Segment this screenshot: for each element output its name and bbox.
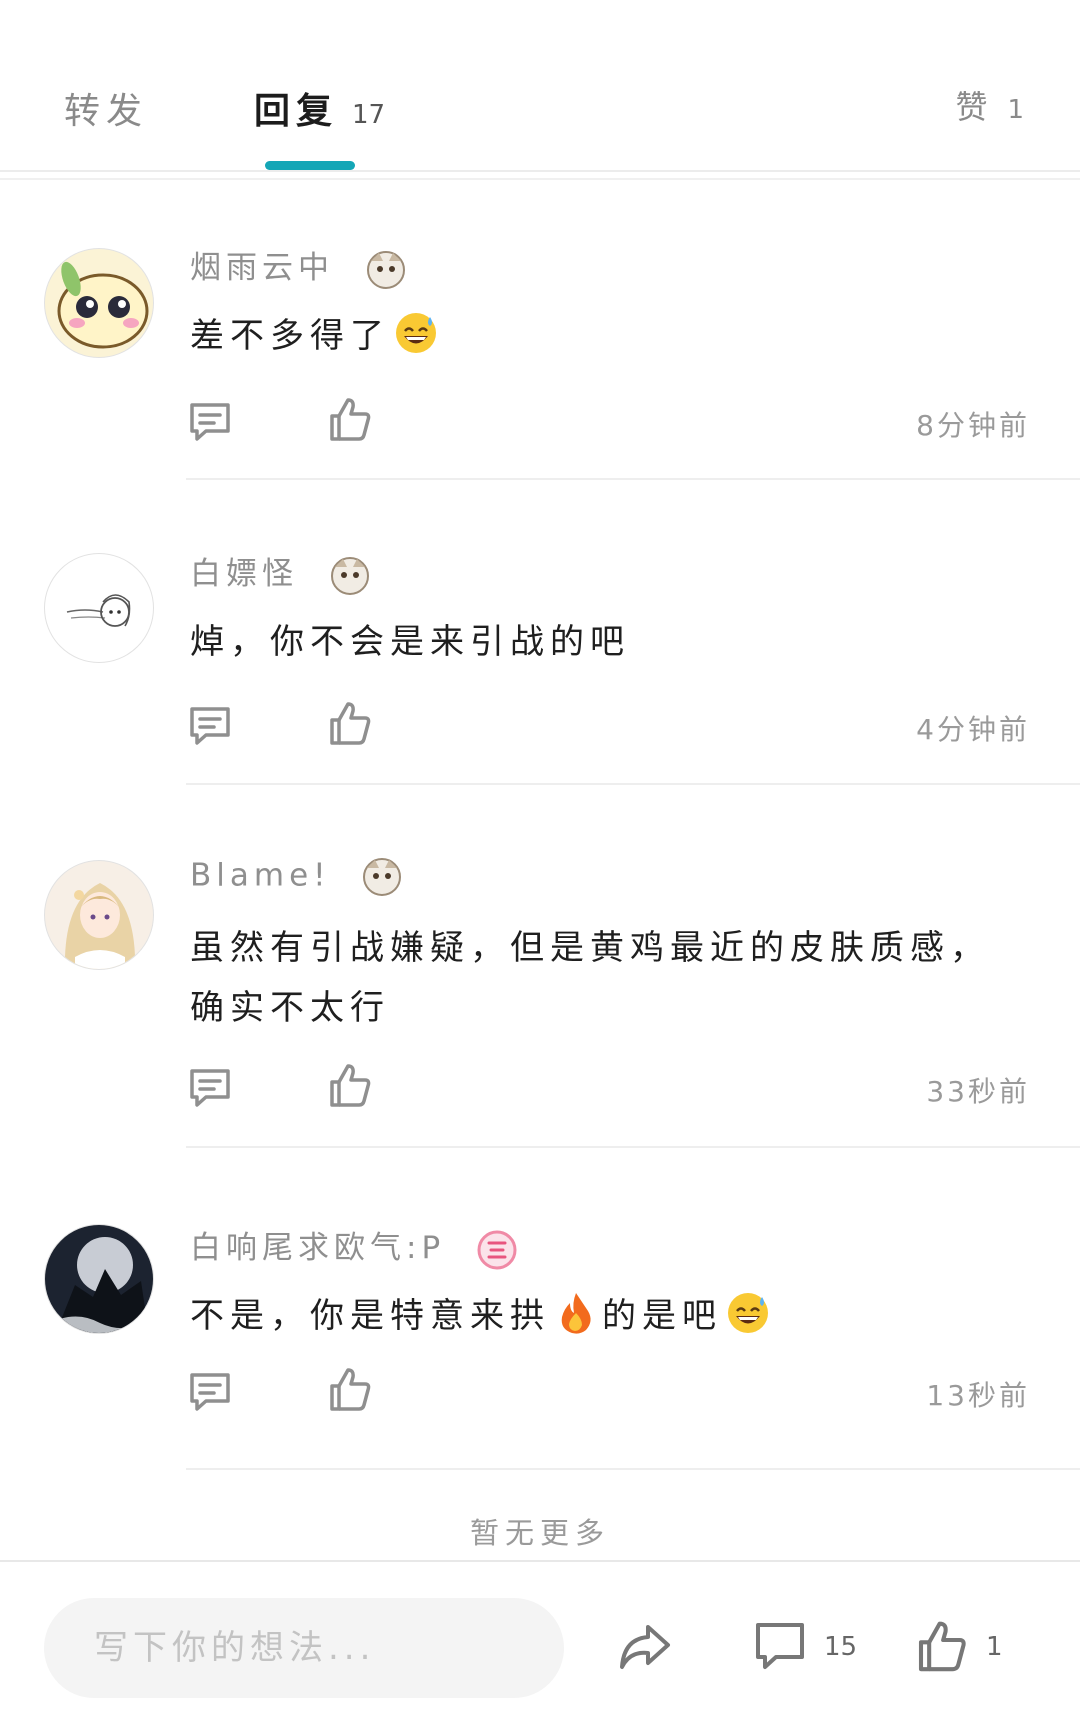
bottom-action-bar: 15 1 xyxy=(0,1560,1080,1727)
like-button[interactable] xyxy=(326,700,374,748)
avatar-image xyxy=(57,261,149,349)
active-tab-indicator xyxy=(265,161,355,170)
character-badge-icon xyxy=(330,556,369,595)
avatar-image xyxy=(45,1237,153,1333)
comment-username[interactable]: 白嫖怪 xyxy=(190,548,371,597)
avatar[interactable] xyxy=(44,1224,154,1334)
comment-time: 8分钟前 xyxy=(916,409,1030,442)
comment-username[interactable]: Blame! xyxy=(190,856,403,898)
comment-username[interactable]: 烟雨云中 xyxy=(190,242,407,291)
comment-text: 差不多得了 xyxy=(190,306,1050,366)
comment-text-content: 的是吧 xyxy=(602,1296,722,1336)
comment-icon xyxy=(756,1623,804,1669)
comment-text: 虽然有引战嫌疑，但是黄鸡最近的皮肤质感， 确实不太行 xyxy=(190,918,1050,1038)
comment-text: 不是，你是特意来拱 的是吧 xyxy=(190,1286,1050,1346)
comment-icon xyxy=(190,1069,230,1107)
like-button[interactable] xyxy=(326,1062,374,1110)
comment-text-content: 焯，你不会是来引战的吧 xyxy=(190,622,630,662)
divider xyxy=(0,178,1080,180)
tab-reply-label: 回复 xyxy=(254,91,339,132)
tab-forward-label: 转发 xyxy=(64,91,149,132)
divider xyxy=(186,1468,1080,1470)
username-text: 白响尾求欧气:P xyxy=(190,1230,446,1266)
comment-icon xyxy=(190,1373,230,1411)
avatar[interactable] xyxy=(44,248,154,358)
divider xyxy=(186,1146,1080,1148)
reply-button[interactable] xyxy=(186,1064,234,1112)
comment-username[interactable]: 白响尾求欧气:P xyxy=(190,1222,518,1271)
comment-text: 焯，你不会是来引战的吧 xyxy=(190,612,1050,672)
avatar[interactable] xyxy=(44,860,154,970)
comment-input[interactable] xyxy=(44,1598,564,1698)
divider xyxy=(186,478,1080,480)
tab-forward[interactable]: 转发 xyxy=(64,82,148,134)
tab-like-count: 1 xyxy=(1007,95,1024,125)
tab-reply[interactable]: 回复 17 xyxy=(254,82,385,134)
username-text: 烟雨云中 xyxy=(190,250,334,286)
reply-button[interactable] xyxy=(186,1368,234,1416)
reply-button[interactable] xyxy=(186,702,234,750)
tab-like-label: 赞 xyxy=(955,88,994,126)
comment-text-line: 虽然有引战嫌疑，但是黄鸡最近的皮肤质感， xyxy=(190,928,990,968)
avatar[interactable] xyxy=(44,553,154,663)
avatar-image xyxy=(66,594,131,627)
like-post-button[interactable]: 1 xyxy=(914,1617,1003,1677)
comment-time: 33秒前 xyxy=(926,1075,1030,1108)
fire-emoji xyxy=(561,1293,591,1334)
comment-text-content: 差不多得了 xyxy=(190,316,390,356)
reply-button[interactable] xyxy=(186,398,234,446)
thumbs-up-icon xyxy=(918,1621,966,1672)
like-button[interactable] xyxy=(326,396,374,444)
username-text: 白嫖怪 xyxy=(190,556,298,592)
thumbs-up-icon xyxy=(330,702,371,745)
username-text: Blame! xyxy=(190,857,331,894)
grinning-sweat-emoji xyxy=(728,1293,768,1333)
comment-time: 4分钟前 xyxy=(916,713,1030,746)
comment-text-content: 不是，你是特意来拱 xyxy=(190,1296,550,1336)
thumbs-up-icon xyxy=(330,398,371,441)
no-more-text: 暂无更多 xyxy=(469,1516,610,1550)
like-button[interactable] xyxy=(326,1366,374,1414)
comment-count: 15 xyxy=(824,1632,858,1662)
comment-icon xyxy=(190,403,230,441)
thumbs-up-icon xyxy=(330,1368,371,1411)
character-badge-icon xyxy=(366,250,405,289)
character-badge-icon xyxy=(363,858,402,896)
comment-icon xyxy=(190,707,230,745)
divider xyxy=(186,783,1080,785)
like-count: 1 xyxy=(986,1632,1003,1662)
thumbs-up-icon xyxy=(330,1064,371,1107)
comment-text-line: 确实不太行 xyxy=(190,988,390,1028)
grinning-sweat-emoji xyxy=(396,313,436,353)
tab-like[interactable]: 赞1 xyxy=(955,82,1024,128)
comments-button[interactable]: 15 xyxy=(752,1617,857,1677)
tab-reply-count: 17 xyxy=(352,100,386,130)
share-icon xyxy=(620,1625,670,1669)
avatar-image xyxy=(64,883,136,969)
tab-bar: 转发 回复 17 赞1 xyxy=(0,0,1080,172)
share-button[interactable] xyxy=(614,1617,674,1677)
comment-time: 13秒前 xyxy=(926,1379,1030,1412)
level-badge-icon xyxy=(477,1230,517,1269)
